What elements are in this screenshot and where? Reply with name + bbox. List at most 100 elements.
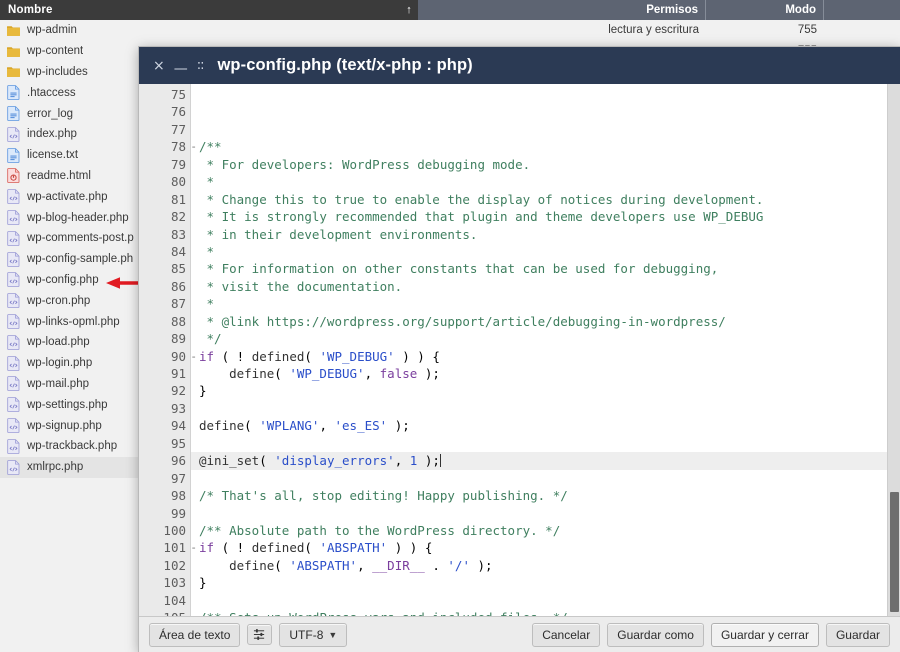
code-line[interactable]: if ( ! defined( 'ABSPATH' ) ) { bbox=[199, 539, 887, 556]
code-line[interactable]: } bbox=[199, 382, 887, 399]
file-name: wp-activate.php bbox=[27, 190, 108, 203]
file-name: error_log bbox=[27, 107, 74, 120]
code-line[interactable]: * For information on other constants tha… bbox=[199, 260, 887, 277]
line-number[interactable]: 97 bbox=[139, 470, 190, 487]
line-number[interactable]: 92 bbox=[139, 382, 190, 399]
cancel-button[interactable]: Cancelar bbox=[532, 622, 601, 647]
scrollbar-thumb[interactable] bbox=[890, 492, 899, 612]
file-name: wp-login.php bbox=[27, 357, 93, 370]
encoding-select[interactable]: UTF-8 ▼ bbox=[279, 622, 348, 647]
code-line[interactable]: * in their development environments. bbox=[199, 226, 887, 243]
line-number[interactable]: 99 bbox=[139, 505, 190, 522]
line-number[interactable]: 75 bbox=[139, 86, 190, 103]
code-line[interactable]: /** bbox=[199, 138, 887, 155]
php-file-icon bbox=[7, 231, 20, 246]
code-line[interactable]: /** Sets up WordPress vars and included … bbox=[199, 609, 887, 616]
html-file-icon bbox=[7, 168, 20, 184]
save-and-close-button[interactable]: Guardar y cerrar bbox=[710, 622, 819, 647]
code-line[interactable]: * bbox=[199, 295, 887, 312]
code-area[interactable]: /** * For developers: WordPress debuggin… bbox=[191, 84, 887, 616]
code-line[interactable]: if ( ! defined( 'WP_DEBUG' ) ) { bbox=[199, 348, 887, 365]
line-number[interactable]: 90- bbox=[139, 348, 197, 365]
code-line[interactable]: * Change this to true to enable the disp… bbox=[199, 191, 887, 208]
code-line[interactable]: * bbox=[199, 173, 887, 190]
line-number[interactable]: 102 bbox=[139, 557, 190, 574]
code-line[interactable] bbox=[199, 470, 887, 487]
line-number[interactable]: 103 bbox=[139, 574, 190, 591]
line-number[interactable]: 98 bbox=[139, 487, 190, 504]
line-number[interactable]: 105 bbox=[139, 609, 190, 616]
line-number[interactable]: 93 bbox=[139, 400, 190, 417]
text-area-mode-button[interactable]: Área de texto bbox=[149, 622, 241, 647]
line-number[interactable]: 82 bbox=[139, 208, 190, 225]
line-number[interactable]: 104 bbox=[139, 592, 190, 609]
close-icon[interactable]: × bbox=[153, 59, 165, 73]
line-number[interactable]: 84 bbox=[139, 243, 190, 260]
code-line[interactable] bbox=[199, 400, 887, 417]
code-line[interactable]: /** Absolute path to the WordPress direc… bbox=[199, 522, 887, 539]
line-number[interactable]: 95 bbox=[139, 435, 190, 452]
code-line[interactable]: * For developers: WordPress debugging mo… bbox=[199, 156, 887, 173]
file-row[interactable]: wp-admin lectura y escritura 755 bbox=[0, 20, 900, 41]
column-header-modo[interactable]: Modo bbox=[706, 0, 824, 20]
file-name: .htaccess bbox=[27, 86, 76, 99]
line-number[interactable]: 100 bbox=[139, 522, 190, 539]
line-number[interactable]: 89 bbox=[139, 330, 190, 347]
line-number[interactable]: 76 bbox=[139, 103, 190, 120]
code-line[interactable]: @ini_set( 'display_errors', 1 ); bbox=[191, 452, 887, 470]
file-modo: 755 bbox=[797, 24, 817, 37]
minimize-icon[interactable]: — bbox=[174, 62, 188, 76]
php-file-icon bbox=[7, 335, 20, 350]
file-name: wp-load.php bbox=[27, 336, 90, 349]
save-button[interactable]: Guardar bbox=[825, 622, 890, 647]
line-number[interactable]: 77 bbox=[139, 121, 190, 138]
line-number[interactable]: 83 bbox=[139, 226, 190, 243]
line-number[interactable]: 96 bbox=[139, 452, 190, 470]
save-as-button[interactable]: Guardar como bbox=[607, 622, 704, 647]
file-name: wp-includes bbox=[27, 65, 88, 78]
code-line[interactable] bbox=[199, 505, 887, 522]
line-number[interactable]: 78- bbox=[139, 138, 197, 155]
php-file-icon bbox=[7, 127, 20, 142]
line-number[interactable]: 80 bbox=[139, 173, 190, 190]
sort-ascending-icon[interactable]: ↑ bbox=[400, 0, 418, 20]
file-name: readme.html bbox=[27, 169, 91, 182]
line-number[interactable]: 79 bbox=[139, 156, 190, 173]
file-name: wp-admin bbox=[27, 24, 77, 37]
code-line[interactable]: */ bbox=[199, 330, 887, 347]
code-line[interactable] bbox=[199, 435, 887, 452]
code-line[interactable]: /* That's all, stop editing! Happy publi… bbox=[199, 487, 887, 504]
code-line[interactable]: define( 'WPLANG', 'es_ES' ); bbox=[199, 417, 887, 434]
column-header-name[interactable]: Nombre bbox=[0, 4, 400, 16]
code-line[interactable]: * bbox=[199, 243, 887, 260]
line-number[interactable]: 85 bbox=[139, 260, 190, 277]
code-line[interactable] bbox=[199, 592, 887, 609]
code-line[interactable]: * visit the documentation. bbox=[199, 278, 887, 295]
code-line[interactable] bbox=[199, 121, 887, 138]
code-line[interactable]: } bbox=[199, 574, 887, 591]
line-number[interactable]: 87 bbox=[139, 295, 190, 312]
column-header-permisos[interactable]: Permisos bbox=[418, 0, 706, 20]
file-name: wp-signup.php bbox=[27, 419, 102, 432]
line-number[interactable]: 91 bbox=[139, 365, 190, 382]
code-line[interactable] bbox=[199, 86, 887, 103]
code-line[interactable] bbox=[199, 103, 887, 120]
line-number[interactable]: 94 bbox=[139, 417, 190, 434]
line-number[interactable]: 88 bbox=[139, 313, 190, 330]
code-line[interactable]: * @link https://wordpress.org/support/ar… bbox=[199, 313, 887, 330]
file-name: wp-blog-header.php bbox=[27, 211, 129, 224]
maximize-icon[interactable]: :: bbox=[197, 59, 205, 72]
text-file-icon bbox=[7, 85, 20, 101]
sliders-icon[interactable] bbox=[247, 624, 273, 645]
code-line[interactable]: * It is strongly recommended that plugin… bbox=[199, 208, 887, 225]
line-number[interactable]: 101- bbox=[139, 539, 197, 556]
file-name: wp-mail.php bbox=[27, 377, 89, 390]
line-number-gutter[interactable]: 75 76 77 78-79 80 81 82 83 84 85 86 87 88 89 90-91 92 93… bbox=[139, 84, 197, 616]
vertical-scrollbar[interactable] bbox=[887, 84, 900, 616]
editor-title-bar[interactable]: × — :: wp-config.php (text/x-php : php) bbox=[139, 47, 900, 84]
php-file-icon bbox=[7, 459, 20, 475]
line-number[interactable]: 81 bbox=[139, 191, 190, 208]
line-number[interactable]: 86 bbox=[139, 278, 190, 295]
code-line[interactable]: define( 'WP_DEBUG', false ); bbox=[199, 365, 887, 382]
code-line[interactable]: define( 'ABSPATH', __DIR__ . '/' ); bbox=[199, 557, 887, 574]
